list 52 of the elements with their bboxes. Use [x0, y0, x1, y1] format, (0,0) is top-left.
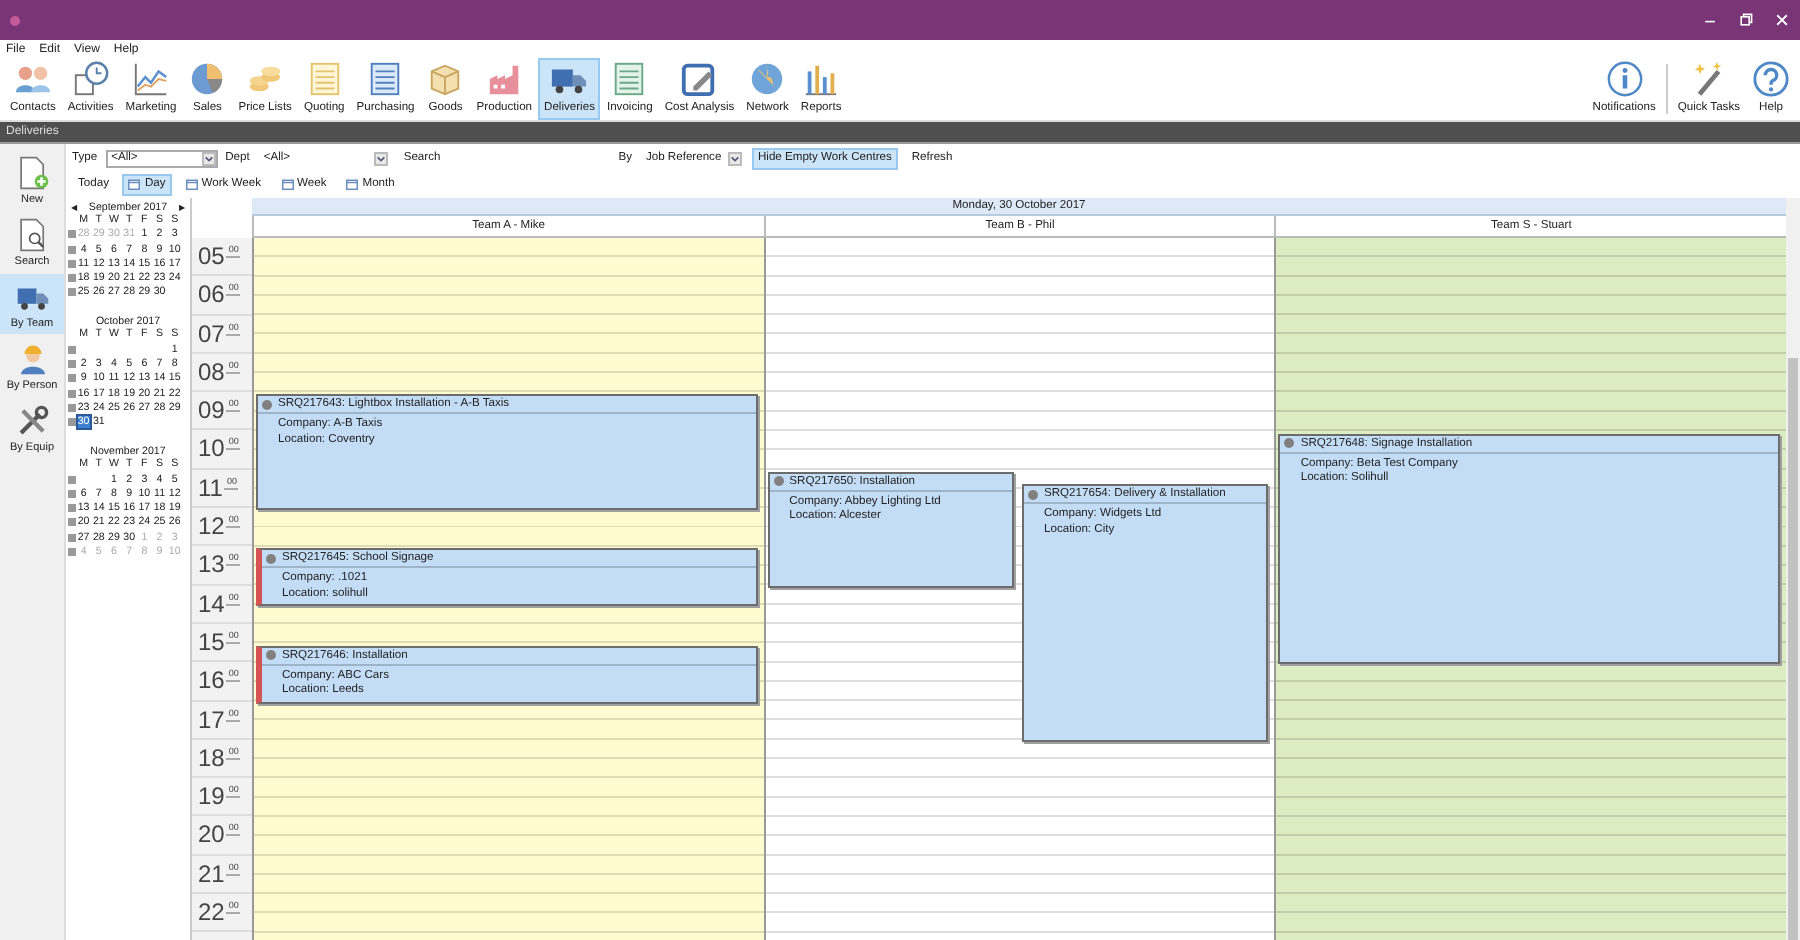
- ledger-icon: [366, 60, 405, 98]
- app-icon: [10, 15, 20, 25]
- calendar-icon: [281, 178, 294, 190]
- hour-label: 13: [198, 552, 225, 577]
- status-dot-icon: [1284, 438, 1295, 448]
- bar-chart-icon: [802, 60, 841, 98]
- clock-icon: [71, 60, 110, 98]
- close-icon: [1774, 12, 1790, 28]
- caret-icon: [203, 153, 214, 163]
- caret-icon: [375, 153, 386, 163]
- hour-label: 16: [198, 668, 225, 693]
- hour-label: 07: [198, 321, 225, 346]
- edit-icon: [680, 60, 719, 98]
- help-icon: [1752, 60, 1790, 98]
- box-icon: [426, 60, 465, 98]
- hour-label: 06: [198, 282, 225, 307]
- hour-label: 14: [198, 591, 225, 616]
- restore-icon: [1738, 12, 1754, 28]
- hour-label: 15: [198, 629, 225, 654]
- info-icon: [1605, 60, 1644, 98]
- pie-chart-icon: [188, 60, 227, 98]
- calendar-icon: [346, 178, 359, 190]
- hour-label: 09: [198, 398, 225, 423]
- hour-label: 10: [198, 436, 225, 461]
- hour-label: 17: [198, 707, 225, 732]
- caret-icon: [729, 153, 740, 163]
- hour-label: 20: [198, 822, 225, 847]
- search-icon: [15, 217, 49, 251]
- status-dot-icon: [262, 399, 272, 410]
- hour-label: 19: [198, 784, 225, 809]
- tools-icon: [15, 403, 49, 437]
- worker-icon: [15, 341, 49, 375]
- status-dot-icon: [773, 476, 784, 487]
- globe-icon: [748, 60, 787, 98]
- calendar-icon: [185, 178, 198, 190]
- status-dot-icon: [1028, 489, 1038, 500]
- factory-icon: [485, 60, 524, 98]
- status-dot-icon: [266, 553, 276, 564]
- scrollbar[interactable]: [1786, 198, 1800, 940]
- hour-label: 12: [198, 514, 225, 539]
- hour-label: 22: [198, 900, 225, 925]
- new-document-icon: [15, 155, 49, 189]
- line-chart-icon: [131, 60, 170, 98]
- hour-label: 05: [198, 244, 225, 268]
- hour-label: 18: [198, 745, 225, 770]
- ledger-icon: [610, 60, 649, 98]
- hour-label: 08: [198, 359, 225, 384]
- hour-label: 21: [198, 861, 225, 886]
- status-dot-icon: [266, 650, 276, 661]
- hour-label: 11: [198, 475, 223, 500]
- calendar-icon: [128, 178, 141, 190]
- ledger-icon: [305, 60, 344, 98]
